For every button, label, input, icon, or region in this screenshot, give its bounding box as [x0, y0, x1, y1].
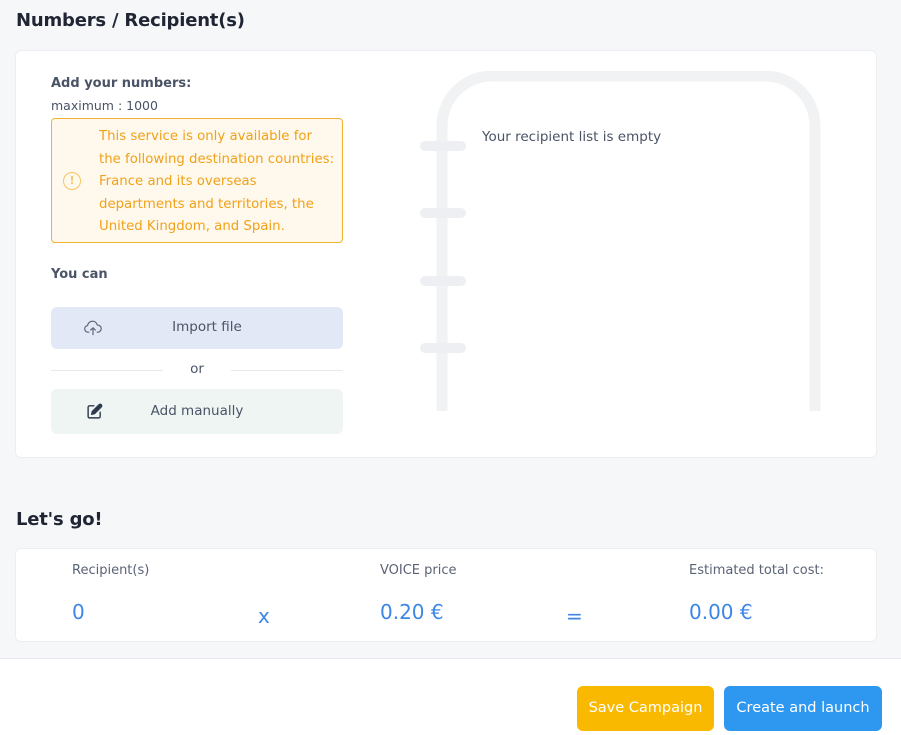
or-divider: or	[51, 361, 343, 379]
voice-price-value: 0.20 €	[380, 600, 444, 624]
lets-go-section-title: Let's go!	[16, 509, 103, 530]
numbers-card: Add your numbers: maximum : 1000 ! This …	[15, 50, 877, 458]
total-cost-label: Estimated total cost:	[689, 563, 825, 578]
warning-text: This service is only available for the f…	[99, 129, 335, 234]
empty-notebook-illustration	[420, 71, 821, 411]
numbers-section-title: Numbers / Recipient(s)	[16, 10, 245, 31]
destination-warning: ! This service is only available for the…	[51, 118, 343, 243]
add-manually-button[interactable]: Add manually	[51, 389, 343, 434]
you-can-label: You can	[51, 267, 108, 282]
cost-summary-card: Recipient(s) 0 x VOICE price 0.20 € = Es…	[15, 548, 877, 642]
divider-line-right	[231, 370, 343, 371]
equals-operator: =	[566, 604, 583, 628]
add-numbers-label: Add your numbers:	[51, 76, 192, 91]
import-file-button[interactable]: Import file	[51, 307, 343, 349]
footer-bar: Save Campaign Create and launch	[0, 658, 901, 735]
save-campaign-button[interactable]: Save Campaign	[577, 686, 714, 731]
create-and-launch-button[interactable]: Create and launch	[724, 686, 882, 731]
total-column: Estimated total cost: 0.00 €	[689, 563, 824, 624]
import-file-label: Import file	[172, 319, 242, 335]
maximum-label: maximum : 1000	[51, 98, 158, 113]
recipients-label: Recipient(s)	[72, 563, 150, 578]
recipients-column: Recipient(s) 0	[72, 563, 149, 624]
exclamation-circle-icon: !	[63, 172, 81, 190]
voice-price-label: VOICE price	[380, 563, 457, 578]
recipient-list-empty-text: Your recipient list is empty	[482, 129, 662, 145]
total-cost-value: 0.00 €	[689, 600, 753, 624]
or-label: or	[190, 361, 204, 377]
recipients-value: 0	[72, 600, 85, 624]
price-column: VOICE price 0.20 €	[380, 563, 457, 624]
add-manually-label: Add manually	[150, 403, 244, 419]
multiply-operator: x	[258, 604, 270, 628]
